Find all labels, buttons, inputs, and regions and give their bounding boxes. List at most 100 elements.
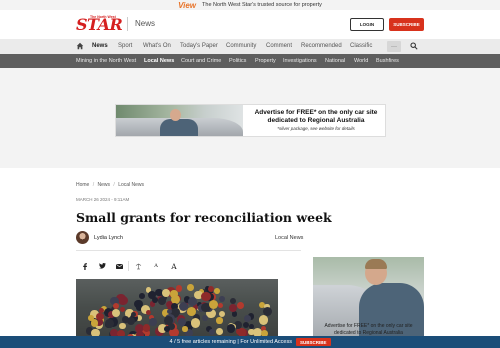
nav-item-community[interactable]: Community <box>226 43 256 49</box>
side-ad-text: Advertise for FREE* on the only car site… <box>324 323 413 336</box>
home-icon[interactable] <box>76 42 84 50</box>
image-texture-dot <box>182 326 188 332</box>
side-ad[interactable]: Advertise for FREE* on the only car site… <box>313 257 424 348</box>
image-texture-dot <box>164 325 170 332</box>
divider <box>76 250 301 251</box>
image-texture-dot <box>248 328 255 336</box>
logo-text: STAR <box>76 15 123 34</box>
image-texture-dot <box>111 309 120 318</box>
paywall-bar: 4 / 5 free articles remaining | For Unli… <box>0 336 500 348</box>
text-size-large-button[interactable]: A <box>169 261 179 271</box>
author-name[interactable]: Lydia Lynch <box>94 235 123 241</box>
breadcrumb-home[interactable]: Home <box>76 182 89 188</box>
subnav-item-politics[interactable]: Politics <box>229 58 246 64</box>
twitter-icon[interactable] <box>97 261 107 271</box>
image-texture-dot <box>219 311 226 318</box>
image-texture-dot <box>186 284 194 292</box>
email-icon[interactable] <box>114 261 124 271</box>
nav-more-button[interactable]: ··· <box>387 41 401 52</box>
image-texture-dot <box>142 324 151 332</box>
ad-photo <box>116 105 243 136</box>
image-texture-dot <box>201 291 211 302</box>
image-texture-dot <box>178 302 188 312</box>
login-button[interactable]: LOGIN <box>350 18 384 31</box>
print-icon[interactable] <box>133 261 143 271</box>
image-texture-dot <box>158 296 167 305</box>
facebook-icon[interactable] <box>80 261 90 271</box>
subnav-item-property[interactable]: Property <box>255 58 276 64</box>
article-title: Small grants for reconciliation week <box>76 210 332 225</box>
image-texture-dot <box>119 323 126 330</box>
image-texture-dot <box>229 297 236 304</box>
image-texture-dot <box>119 306 126 312</box>
image-texture-dot <box>170 294 180 304</box>
image-texture-dot <box>215 327 223 335</box>
subscribe-button[interactable]: SUBSCRIBE <box>389 18 424 31</box>
image-texture-dot <box>113 302 120 310</box>
image-texture-dot <box>177 317 186 326</box>
image-texture-dot <box>214 288 220 294</box>
image-texture-dot <box>162 288 171 297</box>
text-size-small-button[interactable]: A <box>151 261 161 271</box>
site-logo[interactable]: The North West STAR <box>76 15 123 34</box>
image-texture-dot <box>209 329 216 335</box>
article-timestamp: MARCH 26 2024 - 9:11AM <box>76 197 130 202</box>
header-divider <box>127 17 128 31</box>
ad-person-head <box>170 109 181 121</box>
primary-nav: News Sport What's On Today's Paper Commu… <box>0 39 500 54</box>
image-texture-dot <box>237 302 244 309</box>
promo-text: The North West Star's trusted source for… <box>202 2 322 8</box>
promo-strip[interactable]: View The North West Star's trusted sourc… <box>0 0 500 10</box>
share-divider <box>128 261 129 271</box>
breadcrumb: Home / News / Local News <box>76 182 144 188</box>
subnav-item-world[interactable]: World <box>354 58 368 64</box>
image-texture-dot <box>207 286 214 293</box>
subnav-item-mining[interactable]: Mining in the North West <box>76 58 136 64</box>
image-texture-dot <box>219 295 226 302</box>
image-texture-dot <box>217 302 224 309</box>
ad-person-body <box>160 119 198 136</box>
secondary-nav: Mining in the North West Local News Cour… <box>0 54 500 68</box>
image-texture-dot <box>190 318 201 328</box>
search-icon[interactable] <box>410 42 418 50</box>
image-texture-dot <box>243 315 251 323</box>
nav-item-todays-paper[interactable]: Today's Paper <box>180 43 218 49</box>
breadcrumb-news[interactable]: News <box>98 182 111 188</box>
breadcrumb-local-news[interactable]: Local News <box>118 182 144 188</box>
image-texture-dot <box>258 315 269 325</box>
image-texture-dot <box>145 309 152 315</box>
image-texture-dot <box>201 315 208 322</box>
nav-item-comment[interactable]: Comment <box>266 43 292 49</box>
ad-subtext: *silver package, see website for details <box>277 126 355 131</box>
image-texture-dot <box>148 317 157 326</box>
subnav-item-investigations[interactable]: Investigations <box>283 58 317 64</box>
nav-item-sport[interactable]: Sport <box>118 43 132 49</box>
image-texture-dot <box>226 324 235 333</box>
article-category[interactable]: Local News <box>275 235 303 241</box>
image-texture-dot <box>216 317 223 324</box>
paywall-text: 4 / 5 free articles remaining | For Unli… <box>169 339 292 345</box>
breadcrumb-sep: / <box>113 182 115 188</box>
ad-banner[interactable]: Advertise for FREE* on the only car site… <box>115 104 386 137</box>
view-logo: View <box>178 0 197 10</box>
subnav-item-bushfires[interactable]: Bushfires <box>376 58 399 64</box>
subnav-item-local-news[interactable]: Local News <box>144 58 174 64</box>
author-avatar[interactable] <box>76 231 89 244</box>
nav-item-recommended[interactable]: Recommended <box>301 43 342 49</box>
image-texture-dot <box>166 308 172 314</box>
ad-headline: Advertise for FREE* on the only car site… <box>254 109 378 124</box>
nav-item-classifieds[interactable]: Classific <box>350 43 372 49</box>
side-ad-person-hair <box>365 259 387 269</box>
image-texture-dot <box>262 306 273 317</box>
image-texture-dot <box>164 315 173 325</box>
breadcrumb-sep: / <box>92 182 95 188</box>
nav-item-whats-on[interactable]: What's On <box>143 43 171 49</box>
nav-item-news[interactable]: News <box>92 43 108 49</box>
paywall-subscribe-button[interactable]: SUBSCRIBE <box>295 338 331 346</box>
image-texture-dot <box>139 293 145 299</box>
header-section-label[interactable]: News <box>135 19 155 28</box>
image-texture-dot <box>127 316 136 325</box>
subnav-item-national[interactable]: National <box>325 58 345 64</box>
image-texture-dot <box>186 307 196 316</box>
subnav-item-court-crime[interactable]: Court and Crime <box>181 58 221 64</box>
